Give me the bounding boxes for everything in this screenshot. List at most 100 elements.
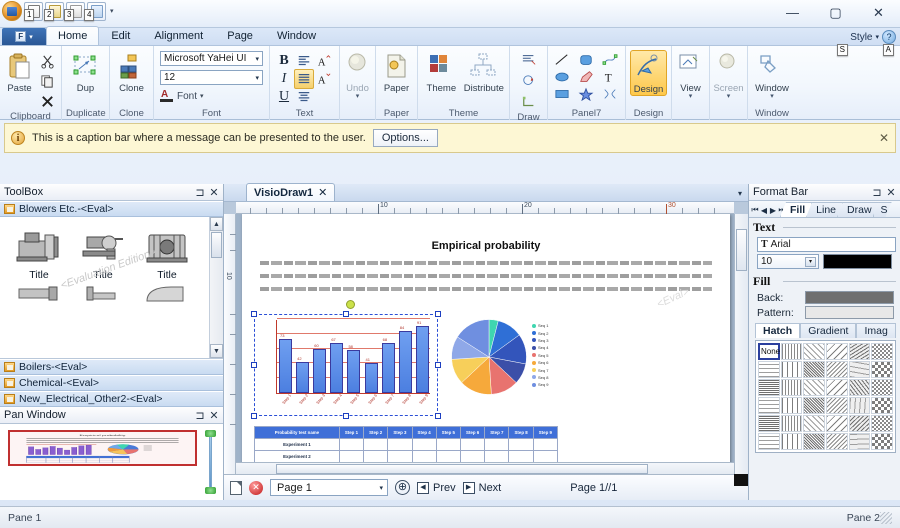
bar[interactable] <box>313 348 327 393</box>
hatch-swatch-dither[interactable] <box>803 397 825 414</box>
nav-next-icon[interactable]: ▶ <box>769 206 777 215</box>
hatch-swatch-plaid[interactable] <box>780 397 803 414</box>
text-color-swatch[interactable] <box>823 254 892 269</box>
table-cell[interactable] <box>411 450 437 462</box>
italic-button[interactable]: I <box>274 69 294 89</box>
font-size-combo[interactable]: 12 ▾ <box>160 70 263 85</box>
align-justify-button[interactable] <box>294 69 314 89</box>
shape-item-1[interactable]: Title <box>10 223 68 281</box>
tab-home[interactable]: Home <box>46 26 100 45</box>
draw-shape-button[interactable] <box>519 92 539 112</box>
hatch-swatch-dense-diag[interactable] <box>758 397 780 414</box>
nav-first-icon[interactable]: ⏮ <box>751 205 759 215</box>
hatch-swatch-cross-thin[interactable] <box>758 361 780 378</box>
pan-zoom-handle-top[interactable] <box>205 430 216 437</box>
clone-button[interactable]: Clone <box>114 50 149 94</box>
align-center-button[interactable] <box>294 87 314 107</box>
draw-rotate-button[interactable] <box>519 71 539 91</box>
table-cell[interactable] <box>508 450 534 462</box>
resize-handle-n[interactable] <box>343 311 349 317</box>
tab-alignment[interactable]: Alignment <box>142 26 215 45</box>
resize-grip-icon[interactable] <box>880 511 892 524</box>
hatch-swatch-grain[interactable] <box>848 433 871 450</box>
table-row-header-cell[interactable]: Experiment 1 <box>254 438 340 451</box>
bold-button[interactable]: B <box>274 51 294 71</box>
screen-button[interactable]: Screen ▾ <box>713 50 744 100</box>
resize-handle-nw[interactable] <box>251 311 257 317</box>
hatch-swatch-checker[interactable] <box>803 379 825 396</box>
file-menu-button[interactable]: F ▾ <box>2 28 46 45</box>
resize-handle-se[interactable] <box>435 413 441 419</box>
sub-tab-gradient[interactable]: Gradient <box>800 323 857 338</box>
table-cell[interactable] <box>387 450 413 462</box>
canvas-horizontal-scrollbar[interactable] <box>236 462 734 474</box>
hatch-swatch-flat-light[interactable] <box>780 379 803 396</box>
hatch-swatch-diag-bold2[interactable] <box>871 397 893 414</box>
hatch-swatch-cross-diag[interactable] <box>780 361 803 378</box>
hatch-swatch-noise[interactable] <box>825 379 848 396</box>
next-page-button[interactable]: ▶ Next <box>462 481 501 494</box>
table-cell[interactable] <box>338 438 365 451</box>
hatch-swatch-scale[interactable] <box>803 433 825 450</box>
hatch-swatch-sparse[interactable] <box>871 379 893 396</box>
hatch-swatch-vert-bold[interactable] <box>803 415 825 432</box>
shape-item-6[interactable] <box>138 285 196 303</box>
stencil-scroll-up-button[interactable]: ▲ <box>210 217 223 231</box>
hatch-swatch-horz-fine[interactable] <box>871 415 893 432</box>
add-page-button[interactable]: ⊕ <box>395 480 410 495</box>
toolbox-close-icon[interactable]: ✕ <box>207 186 221 199</box>
page-selector-combo[interactable]: Page 1 ▾ <box>270 479 388 496</box>
hatch-swatch-solid-dark[interactable] <box>780 343 803 360</box>
resize-handle-s[interactable] <box>343 413 349 419</box>
style-caret-icon[interactable]: ▾ <box>875 33 879 41</box>
help-icon[interactable]: ? <box>882 30 896 44</box>
qat-overflow-icon[interactable]: ▾ <box>108 7 116 15</box>
connection-point-handle[interactable] <box>346 300 355 309</box>
canvas-vertical-scroll-thumb[interactable] <box>736 229 747 271</box>
table-cell[interactable] <box>484 438 510 451</box>
hatch-swatch-mesh[interactable] <box>780 433 803 450</box>
bar[interactable] <box>364 362 378 393</box>
pan-zoom-slider[interactable] <box>203 428 217 496</box>
shape-item-3[interactable]: Title <box>138 223 196 281</box>
font-dialog-button[interactable]: Font ▾ <box>160 89 263 103</box>
format-bar-pin-icon[interactable]: ⊐ <box>870 186 884 199</box>
delete-button[interactable] <box>37 91 57 111</box>
table-cell[interactable] <box>363 450 389 462</box>
table-cell[interactable] <box>387 438 413 451</box>
pie-chart[interactable]: Seq 1 Seq 2 Seq 3 Seq 4 Seq 5 Seq 6 Seq 7 Seq 8… <box>448 314 558 402</box>
stencil-header-electrical[interactable]: New_Electrical_Other2-<Eval> <box>0 391 223 407</box>
toolbox-pin-icon[interactable]: ⊐ <box>193 186 207 199</box>
format-font-size-combo[interactable]: 10 ▾ <box>757 254 819 269</box>
undo-caret-icon[interactable]: ▾ <box>356 93 360 100</box>
paper-button[interactable]: Paper <box>380 50 413 94</box>
shrink-font-button[interactable]: A <box>314 69 334 89</box>
table-cell[interactable] <box>459 438 486 451</box>
hatch-swatch-stipple-b[interactable] <box>758 379 780 396</box>
theme-button[interactable]: Theme <box>422 50 461 94</box>
undo-button[interactable]: Undo ▾ <box>343 50 373 100</box>
bar[interactable] <box>296 361 310 393</box>
resize-handle-w[interactable] <box>251 362 257 368</box>
stencil-scrollbar[interactable]: ▲ ▼ <box>209 217 223 358</box>
stencil-header-boilers[interactable]: Boilers-<Eval> <box>0 359 223 375</box>
stencil-scroll-thumb[interactable] <box>211 232 222 258</box>
fill-back-swatch[interactable] <box>805 291 894 304</box>
hatch-swatch-dots-med[interactable] <box>803 361 825 378</box>
draw-list-button[interactable] <box>519 50 539 70</box>
maximize-button[interactable]: ▢ <box>814 0 857 25</box>
format-tab-draw[interactable]: Draw <box>837 202 879 217</box>
delete-page-icon[interactable]: ✕ <box>249 480 263 495</box>
hatch-swatch-grid-fine[interactable] <box>848 361 871 378</box>
arc-tool-button[interactable] <box>600 84 620 104</box>
shape-item-4[interactable] <box>10 285 68 303</box>
style-label[interactable]: Style <box>850 32 872 43</box>
bar[interactable] <box>381 342 395 393</box>
shape-item-2[interactable]: Title <box>74 223 132 281</box>
table-row[interactable]: Experiment 2 <box>254 450 559 462</box>
caption-close-icon[interactable]: ✕ <box>879 131 889 145</box>
shape-item-5[interactable] <box>74 285 132 303</box>
table-cell[interactable] <box>411 438 437 451</box>
bar[interactable] <box>330 343 344 393</box>
sub-tab-hatch[interactable]: Hatch <box>755 323 801 338</box>
